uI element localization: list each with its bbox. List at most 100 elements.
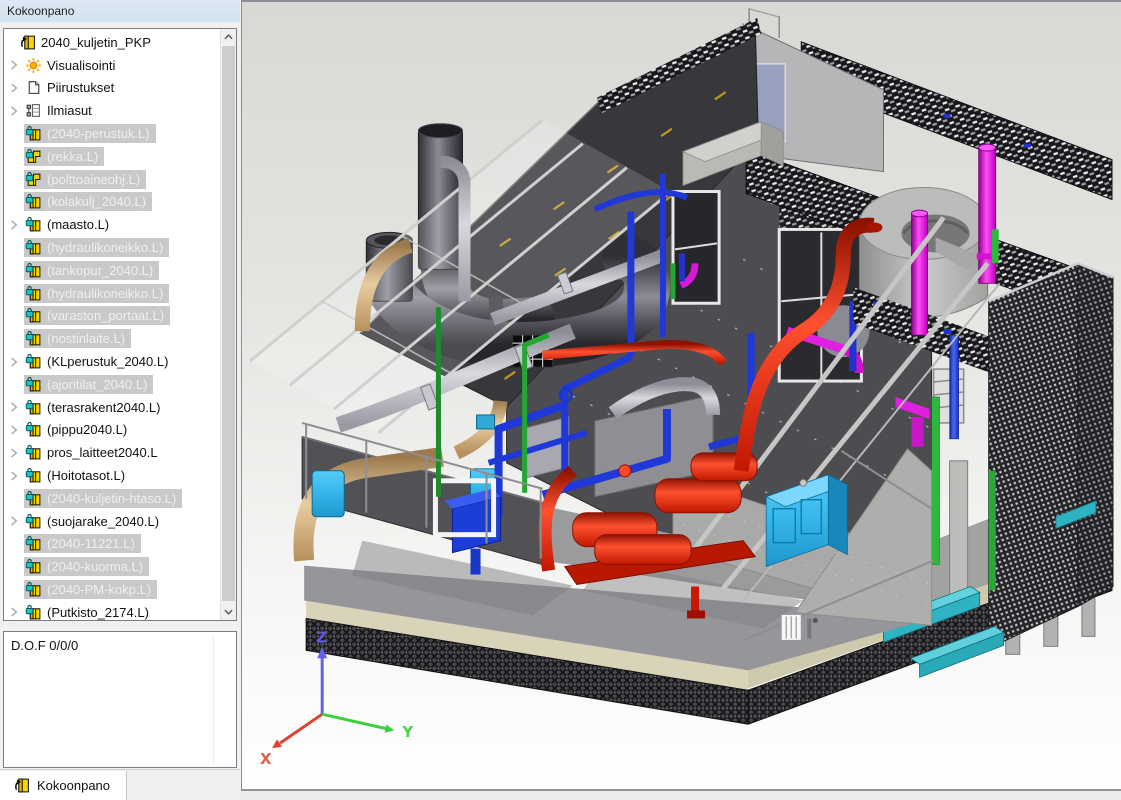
tree-item[interactable]: (pippu2040.L) [4, 419, 220, 442]
tree-item[interactable]: (Hoitotasot.L) [4, 464, 220, 487]
locked-part-icon [25, 125, 42, 142]
tree-item[interactable]: Visualisointi [4, 54, 220, 77]
tree-item[interactable]: (hydraulikoneikko.L) [4, 282, 220, 305]
panel-tab-bar: Kokoonpano [0, 769, 240, 800]
dof-divider [213, 636, 214, 763]
tree-item[interactable]: (KLperustuk_2040.L) [4, 350, 220, 373]
cyan-valve [477, 415, 495, 429]
locked-part-icon [25, 376, 42, 393]
drawing-icon [25, 79, 42, 96]
tree-item-label: (2040-11221.L) [47, 536, 135, 551]
tree-item-label: Ilmiasut [47, 103, 92, 118]
locked-part-icon [25, 467, 42, 484]
tree-item-label: (tankopur_2040.L) [47, 263, 153, 278]
locked-part-icon [25, 399, 42, 416]
tree-item[interactable]: (hydraulikoneikko.L) [4, 236, 220, 259]
expand-chevron-icon[interactable] [4, 105, 24, 117]
tree-item-label: pros_laitteet2040.L [47, 445, 158, 460]
tree-root-label: 2040_kuljetin_PKP [41, 35, 151, 50]
locked-part-icon [25, 513, 42, 530]
tree-item-label: (ajoritilat_2040.L) [47, 377, 147, 392]
tree-item[interactable]: (2040-kuorma.L) [4, 555, 220, 578]
tree-item[interactable]: (terasrakent2040.L) [4, 396, 220, 419]
tree-item-label: Piirustukset [47, 80, 114, 95]
tree-item[interactable]: (tankopur_2040.L) [4, 259, 220, 282]
tree-item-label: (KLperustuk_2040.L) [47, 354, 168, 369]
expand-chevron-icon[interactable] [4, 424, 24, 436]
expand-chevron-icon[interactable] [4, 356, 24, 368]
tree-item[interactable]: (polttoaineohj.L) [4, 168, 220, 191]
locked-part-icon [25, 558, 42, 575]
assembly-panel: Kokoonpano 2040_kuljetin_PKP Visualisoin… [0, 0, 240, 799]
tree-item[interactable]: (2040-perustuk.L) [4, 122, 220, 145]
locked-flex-icon [25, 171, 42, 188]
tree-item-label: (suojarake_2040.L) [47, 514, 159, 529]
tree-item[interactable]: (2040-kuljetin-htaso.L) [4, 487, 220, 510]
tree-item[interactable]: (Putkisto_2174.L) [4, 601, 220, 621]
tree-item-label: (2040-kuorma.L) [47, 559, 143, 574]
scroll-down-icon[interactable] [221, 604, 236, 620]
tree-item-label: (maasto.L) [47, 217, 109, 232]
locked-part-icon [25, 307, 42, 324]
tree-item[interactable]: (suojarake_2040.L) [4, 510, 220, 533]
panel-title: Kokoonpano [0, 0, 240, 22]
tree-item[interactable]: Ilmiasut [4, 99, 220, 122]
tree-item[interactable]: (nostinlaite.L) [4, 327, 220, 350]
tree-item[interactable]: (2040-PM-kokp.L) [4, 578, 220, 601]
locked-part-icon [25, 330, 42, 347]
tree-item[interactable]: Piirustukset [4, 77, 220, 100]
locked-part-icon [25, 353, 42, 370]
representations-icon [25, 102, 42, 119]
tree-item-label: (Hoitotasot.L) [47, 468, 125, 483]
expand-chevron-icon[interactable] [4, 219, 24, 231]
tree-item[interactable]: (ajoritilat_2040.L) [4, 373, 220, 396]
expand-chevron-icon[interactable] [4, 447, 24, 459]
sun-icon [25, 57, 42, 74]
tree-item-label: (rekka.L) [47, 149, 98, 164]
expand-chevron-icon[interactable] [4, 515, 24, 527]
y-axis-label: Y [401, 723, 413, 741]
locked-flex-icon [25, 148, 42, 165]
tree-item-label: (2040-perustuk.L) [47, 126, 150, 141]
tree-item-label: (polttoaineohj.L) [47, 172, 140, 187]
locked-part-icon [25, 193, 42, 210]
locked-part-icon [25, 535, 42, 552]
window-bottom-edge [241, 791, 1121, 799]
tree-item[interactable]: (2040-11221.L) [4, 533, 220, 556]
mesh-box-front [989, 263, 1078, 648]
dof-panel: D.O.F 0/0/0 [3, 631, 237, 768]
tree-item-label: (2040-PM-kokp.L) [47, 582, 151, 597]
tree-item[interactable]: (rekka.L) [4, 145, 220, 168]
tree-item-label: (2040-kuljetin-htaso.L) [47, 491, 176, 506]
tree-item-label: (pippu2040.L) [47, 422, 127, 437]
3d-viewport[interactable]: Z X Y [241, 0, 1121, 791]
scroll-up-icon[interactable] [221, 29, 236, 45]
locked-part-icon [25, 262, 42, 279]
z-axis-label: Z [316, 628, 327, 646]
tree-item-label: (terasrakent2040.L) [47, 400, 160, 415]
scrollbar-thumb[interactable] [222, 46, 235, 601]
expand-chevron-icon[interactable] [4, 470, 24, 482]
green-pipe [932, 397, 940, 565]
locked-part-icon [25, 581, 42, 598]
tree-item[interactable]: (maasto.L) [4, 213, 220, 236]
tree-item-label: (varaston_portaat.L) [47, 308, 164, 323]
cyan-insulation [312, 471, 344, 517]
tree-item[interactable]: (kolakulj_2040.L) [4, 191, 220, 214]
magenta-pipe [912, 417, 924, 447]
tree-item[interactable]: (varaston_portaat.L) [4, 305, 220, 328]
tree-scrollbar[interactable] [220, 29, 236, 620]
expand-chevron-icon[interactable] [4, 59, 24, 71]
tree-root-item[interactable]: 2040_kuljetin_PKP [4, 31, 220, 54]
locked-part-icon [25, 285, 42, 302]
assembly-tree[interactable]: 2040_kuljetin_PKP Visualisointi Piirustuk… [3, 28, 237, 621]
assembly-icon [19, 34, 36, 51]
tree-item[interactable]: pros_laitteet2040.L [4, 441, 220, 464]
expand-chevron-icon[interactable] [4, 401, 24, 413]
expand-chevron-icon[interactable] [4, 82, 24, 94]
blue-pipe [950, 335, 959, 439]
expand-chevron-icon[interactable] [4, 606, 24, 618]
assembly-icon [13, 777, 30, 794]
tree-item-label: (nostinlaite.L) [47, 331, 125, 346]
tab-kokoonpano[interactable]: Kokoonpano [0, 771, 127, 800]
